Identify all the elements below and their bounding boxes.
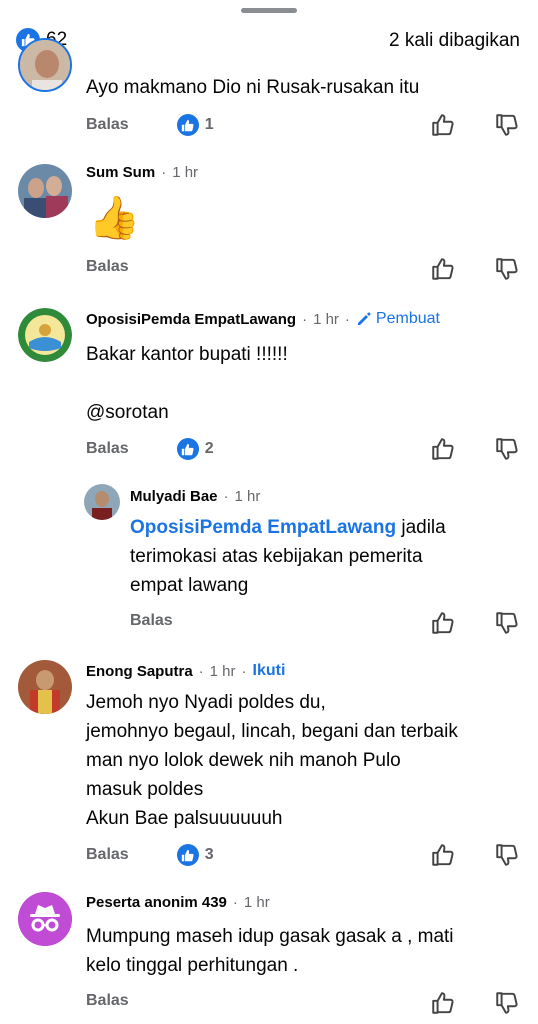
like-reaction-icon xyxy=(176,438,199,460)
comment-time: 1 hr xyxy=(234,488,261,505)
downvote-icon[interactable] xyxy=(494,436,520,462)
comment-text: Mumpung maseh idup gasak gasak a , mati … xyxy=(86,926,454,976)
commenter-name[interactable]: Mulyadi Bae xyxy=(130,488,218,505)
avatar[interactable] xyxy=(18,164,72,218)
downvote-icon[interactable] xyxy=(494,610,520,636)
upvote-icon[interactable] xyxy=(430,436,456,462)
vote-controls xyxy=(430,112,520,138)
comment-header: Peserta anonim 439 · 1 hr xyxy=(86,894,270,911)
upvote-icon[interactable] xyxy=(430,842,456,868)
comment-actions: Balas xyxy=(86,992,129,1010)
upvote-icon[interactable] xyxy=(430,112,456,138)
reply-button[interactable]: Balas xyxy=(86,992,129,1010)
reaction-count[interactable]: 3 xyxy=(176,844,214,866)
upvote-icon[interactable] xyxy=(430,990,456,1016)
commenter-name[interactable]: Sum Sum xyxy=(86,164,155,181)
incognito-icon xyxy=(18,892,72,946)
avatar[interactable] xyxy=(18,660,72,714)
follow-button[interactable]: Ikuti xyxy=(253,662,286,680)
commenter-name[interactable]: Peserta anonim 439 xyxy=(86,894,227,911)
avatar-image xyxy=(20,40,70,90)
comment-actions: Balas xyxy=(86,258,129,276)
avatar[interactable] xyxy=(18,38,72,92)
reply-button[interactable]: Balas xyxy=(130,612,173,630)
comment-text: Jemoh nyo Nyadi poldes du, jemohnyo bega… xyxy=(86,692,458,829)
comment-header: OposisiPemda EmpatLawang · 1 hr · Pembua… xyxy=(86,310,440,328)
avatar[interactable] xyxy=(84,484,120,520)
mention-link[interactable]: OposisiPemda EmpatLawang xyxy=(130,517,396,538)
upvote-icon[interactable] xyxy=(430,256,456,282)
commenter-name[interactable]: Enong Saputra xyxy=(86,663,193,680)
comment-actions: Balas xyxy=(130,612,173,630)
avatar-image xyxy=(18,660,72,714)
comment-time: 1 hr xyxy=(172,164,199,181)
avatar[interactable] xyxy=(18,308,72,362)
vote-controls xyxy=(430,990,520,1016)
comment-actions: Balas 1 xyxy=(86,114,214,136)
downvote-icon[interactable] xyxy=(494,842,520,868)
comment-time: 1 hr xyxy=(313,310,339,328)
downvote-icon[interactable] xyxy=(494,112,520,138)
comment-header: Enong Saputra · 1 hr · Ikuti xyxy=(86,662,286,680)
thumbs-up-emoji: 👍 xyxy=(88,194,141,241)
sheet-drag-handle[interactable] xyxy=(241,8,297,13)
avatar-image xyxy=(84,484,120,520)
comment-text: OposisiPemda EmpatLawang jadila terimoka… xyxy=(130,517,446,596)
like-reaction-icon xyxy=(176,844,199,866)
avatar-image xyxy=(18,164,72,218)
reply-button[interactable]: Balas xyxy=(86,440,129,458)
reply-button[interactable]: Balas xyxy=(86,116,129,134)
comment-text: Bakar kantor bupati !!!!!! @sorotan xyxy=(86,344,288,423)
vote-controls xyxy=(430,842,520,868)
vote-controls xyxy=(430,610,520,636)
reaction-count[interactable]: 2 xyxy=(176,438,214,460)
comment-header: Sum Sum · 1 hr xyxy=(86,164,199,181)
commenter-name[interactable]: OposisiPemda EmpatLawang xyxy=(86,311,296,328)
vote-controls xyxy=(430,436,520,462)
avatar-image xyxy=(18,308,72,362)
downvote-icon[interactable] xyxy=(494,990,520,1016)
vote-controls xyxy=(430,256,520,282)
like-reaction-icon xyxy=(176,114,199,136)
comment-time: 1 hr xyxy=(209,662,236,680)
comment-text: Ayo makmano Dio ni Rusak-rusakan itu xyxy=(86,77,420,98)
shares-count[interactable]: 2 kali dibagikan xyxy=(389,30,520,52)
reaction-count[interactable]: 1 xyxy=(176,114,214,136)
comment-time: 1 hr xyxy=(243,894,270,911)
comment-actions: Balas 2 xyxy=(86,438,214,460)
pencil-icon xyxy=(357,312,371,325)
comment-header: Mulyadi Bae · 1 hr xyxy=(130,488,261,505)
author-badge: Pembuat xyxy=(356,310,440,328)
reactions-summary-bar: 62 2 kali dibagikan xyxy=(0,24,538,56)
anonymous-avatar[interactable] xyxy=(18,892,72,946)
comment-actions: Balas 3 xyxy=(86,844,214,866)
downvote-icon[interactable] xyxy=(494,256,520,282)
upvote-icon[interactable] xyxy=(430,610,456,636)
reply-button[interactable]: Balas xyxy=(86,258,129,276)
reply-button[interactable]: Balas xyxy=(86,846,129,864)
